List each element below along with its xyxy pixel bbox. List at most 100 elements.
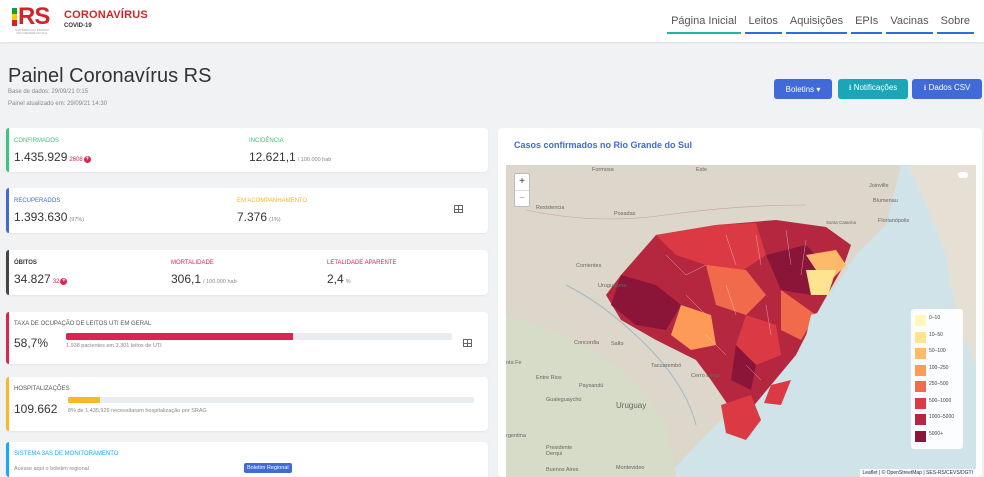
legend-label: 0–10	[929, 315, 941, 321]
legend-label: 500–1000	[929, 397, 952, 404]
plus-circle-icon: +	[83, 156, 91, 163]
map-label-gualeguaychu: Gualeguaychú	[546, 397, 582, 403]
mortalidade-value: 306,1/ 100.000 hab	[171, 272, 237, 286]
boletim-regional-button[interactable]: Boletim Regional	[244, 463, 292, 473]
map-attribution: Leaflet | © OpenStreetMap | SES-RS/CEVS/…	[859, 469, 976, 477]
obitos-label: ÓBITOS	[14, 260, 37, 266]
leaflet-map[interactable]: Formosa Este Joinville Blumenau Resisten…	[506, 165, 976, 477]
legend-swatch	[915, 364, 926, 376]
brand-title: CORONAVÍRUS	[64, 9, 148, 21]
incidencia-number: 12.621,1	[249, 150, 296, 164]
incidencia-label: INCIDÊNCIA	[249, 138, 284, 144]
uti-progress-bar	[66, 333, 452, 340]
top-header: RS GOVERNO DO ESTADO RIO GRANDE DO SUL C…	[0, 0, 984, 42]
page-title: Painel Coronavírus RS	[8, 65, 212, 87]
brand-subtitle: COVID-19	[64, 23, 92, 29]
map-label-buenos-aires: Buenos Aires	[546, 467, 579, 473]
map-card: Casos confirmados no Rio Grande do Sul F…	[498, 128, 982, 477]
legend-label: 250–500	[929, 381, 949, 387]
map-label-argentina: rgentina	[506, 433, 526, 439]
map-label-salto: Salto	[611, 341, 624, 347]
confirmados-number: 1.435.929	[14, 150, 68, 164]
map-label-paysandu: Paysandú	[579, 383, 604, 389]
acompanhamento-pct: (1%)	[269, 217, 281, 223]
legend-label: 50–100	[929, 348, 946, 354]
notificacoes-download-button[interactable]: ⭳ Notificações	[838, 79, 908, 99]
obitos-increment: 32	[52, 279, 60, 285]
nav-pagina-inicial[interactable]: Página Inicial	[665, 0, 742, 42]
map-label-joinville: Joinville	[869, 183, 889, 189]
uti-value: 58,7%	[14, 336, 49, 350]
hospitalizacoes-progress-fill	[68, 397, 101, 403]
legend-label: 5000+	[929, 430, 944, 437]
legend-swatch	[915, 331, 926, 343]
hospitalizacoes-progress-bar	[68, 397, 474, 403]
incidencia-value: 12.621,1/ 100.000 hab	[249, 150, 331, 164]
logo-rs-text: RS	[18, 3, 50, 30]
obitos-card: ÓBITOS 34.827 32 + MORTALIDADE 306,1/ 100.…	[6, 250, 488, 295]
recuperados-value: 1.393.630 (97%)	[14, 210, 84, 224]
map-label-santa-fe: nta Fe	[506, 360, 522, 366]
mortalidade-label: MORTALIDADE	[171, 260, 214, 266]
sistema-3as-card: SISTEMA 3AS DE MONITORAMENTO Acesse aqui…	[6, 442, 488, 477]
hospitalizacoes-card: HOSPITALIZAÇÕES 109.662 8% de 1.435.929 …	[6, 377, 488, 431]
table-icon[interactable]	[463, 339, 472, 347]
legend-swatch	[915, 348, 926, 359]
sistema-3as-description: Acesse aqui o boletim regional	[14, 466, 89, 472]
nav-vacinas[interactable]: Vacinas	[884, 0, 934, 42]
boletins-dropdown-button[interactable]: Boletins ▾	[774, 79, 832, 99]
plus-circle-icon: +	[60, 278, 68, 285]
legend-swatch	[915, 397, 926, 409]
zoom-in-button[interactable]: +	[515, 174, 529, 190]
confirmados-increment: 2608	[69, 157, 83, 163]
map-label-montevideo: Montevideo	[616, 465, 645, 471]
nav-epis[interactable]: EPIs	[849, 0, 884, 42]
recuperados-pct: (97%)	[69, 217, 85, 223]
main-nav: Página Inicial Leitos Aquisições EPIs Va…	[665, 0, 976, 42]
map-label-uruguay: Uruguay	[616, 401, 647, 410]
rs-logo[interactable]: RS GOVERNO DO ESTADO RIO GRANDE DO SUL	[12, 5, 56, 37]
map-label-este: Este	[696, 167, 708, 173]
uti-label: TAXA DE OCUPAÇÃO DE LEITOS UTI EM GERAL	[14, 321, 152, 327]
map-canvas[interactable]	[506, 165, 976, 477]
zoom-out-button[interactable]: −	[515, 190, 529, 206]
letalidade-number: 2,4	[327, 272, 344, 286]
nav-sobre[interactable]: Sobre	[935, 0, 976, 42]
recuperados-card: RECUPERADOS 1.393.630 (97%) EM ACOMPANHAM…	[6, 188, 488, 233]
nav-aquisicoes[interactable]: Aquisições	[784, 0, 849, 42]
map-label-resistencia: Resistencia	[536, 205, 565, 211]
letalidade-value: 2,4%	[327, 272, 351, 286]
logo-stripe	[12, 8, 17, 26]
obitos-value: 34.827 32 +	[14, 272, 68, 286]
base-dados-date: Base de dados: 29/09/21 0:15	[8, 89, 89, 95]
map-label-concordia: Concordia	[574, 340, 600, 346]
legend-label: 1000–5000	[929, 414, 955, 420]
map-label-florianopolis: Florianópolis	[878, 218, 910, 224]
confirmados-value: 1.435.929 2608 +	[14, 150, 91, 164]
nav-leitos[interactable]: Leitos	[743, 0, 784, 42]
table-icon[interactable]	[454, 205, 463, 213]
map-title: Casos confirmados no Rio Grande do Sul	[514, 140, 693, 150]
map-label-corrientes: Corrientes	[576, 263, 602, 269]
map-label-posadas: Posadas	[614, 211, 636, 217]
incidencia-unit: / 100.000 hab	[297, 157, 332, 163]
mortalidade-number: 306,1	[171, 272, 202, 286]
recuperados-number: 1.393.630	[14, 210, 68, 224]
legend-label: 100–250	[929, 364, 949, 371]
uti-description: 1.938 pacientes em 3.301 leitos de UTI	[66, 343, 162, 349]
hospitalizacoes-value: 109.662	[14, 402, 58, 416]
map-label-entre-rios: Entre Rios	[536, 375, 562, 381]
layer-toggle[interactable]	[958, 172, 968, 178]
letalidade-label: LETALIDADE APARENTE	[327, 260, 397, 266]
recuperados-label: RECUPERADOS	[14, 198, 61, 204]
zoom-control: + −	[514, 173, 530, 207]
map-legend: 0–10 10–50 50–100 100–250 250–500 500–1000 100…	[911, 309, 963, 449]
legend-swatch	[915, 414, 926, 425]
sistema-3as-label: SISTEMA 3AS DE MONITORAMENTO	[14, 451, 119, 457]
map-label-cerro-largo: Cerro Largo	[691, 373, 721, 379]
dados-csv-download-button[interactable]: ⭳ Dados CSV	[912, 79, 982, 99]
legend-label: 10–50	[929, 331, 943, 338]
confirmados-label: CONFIRMADOS	[14, 138, 59, 144]
hospitalizacoes-label: HOSPITALIZAÇÕES	[14, 386, 70, 392]
map-label-santa-catarina: Santa Catarina	[826, 220, 857, 225]
